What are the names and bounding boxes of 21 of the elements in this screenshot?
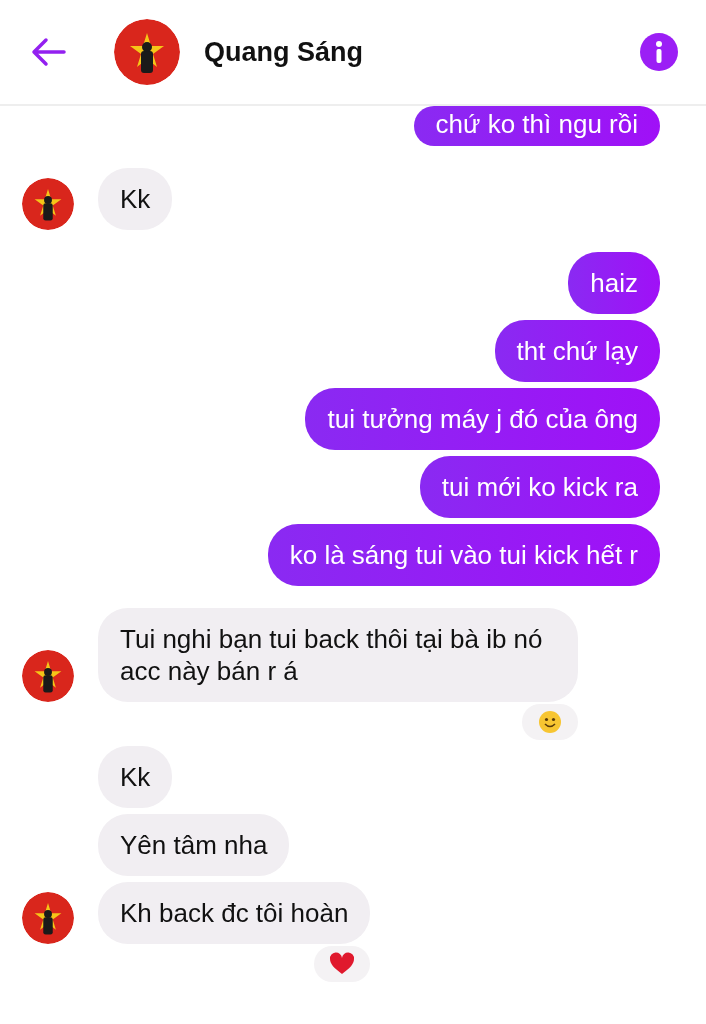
avatar-icon (22, 892, 74, 944)
received-message-bubble: Tui nghi bạn tui back thôi tại bà ib nó acc này bán r á (98, 608, 578, 702)
heart-emoji-icon (329, 952, 356, 976)
reaction-badge[interactable] (314, 946, 371, 982)
received-message-bubble: Kh back đc tôi hoàn (98, 882, 371, 944)
avatar-icon (22, 178, 74, 230)
avatar-icon (22, 650, 74, 702)
smile-emoji-icon (538, 710, 562, 734)
received-message-bubble: Yên tâm nha (98, 814, 290, 876)
back-arrow-icon[interactable] (30, 37, 66, 67)
sent-message-bubble: tui mới ko kick ra (419, 456, 660, 518)
sent-message-bubble: tht chứ lạy (494, 320, 660, 382)
info-icon[interactable] (640, 33, 678, 71)
avatar-icon[interactable] (114, 19, 180, 85)
received-message-bubble: Kk (98, 168, 173, 230)
sent-message-bubble: tui tưởng máy j đó của ông (305, 388, 660, 450)
sent-message-bubble: ko là sáng tui vào tui kick hết r (267, 524, 660, 586)
sent-message-bubble: chứ ko thì ngu rồi (413, 106, 660, 146)
sent-message-bubble: haiz (568, 252, 660, 314)
contact-name: Quang Sáng (204, 35, 363, 69)
received-message-bubble: Kk (98, 746, 173, 808)
